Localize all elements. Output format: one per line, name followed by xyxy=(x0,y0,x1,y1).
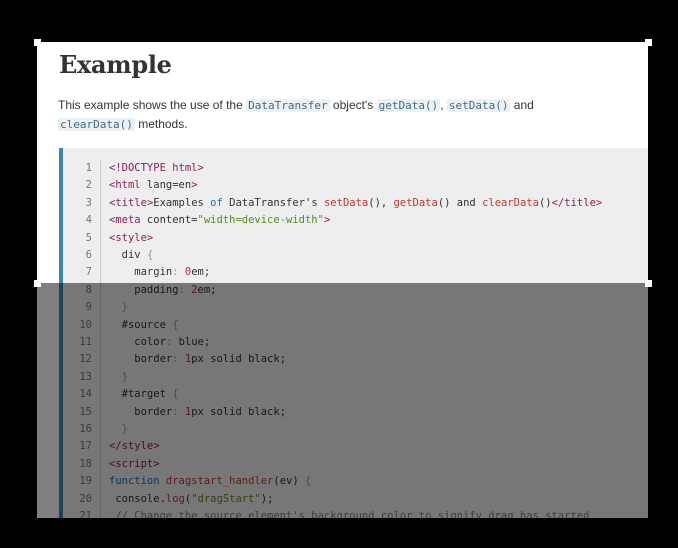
code-text: margin: 0em; xyxy=(109,264,210,281)
code-token: > xyxy=(191,179,198,192)
code-token: <style> xyxy=(109,231,154,244)
code-token: <title xyxy=(109,196,147,209)
line-number: 7 xyxy=(85,266,92,279)
crop-handle-bottom-left[interactable] xyxy=(34,280,41,287)
code-token: "width=device-width" xyxy=(197,214,324,227)
code-token: em; xyxy=(191,266,211,279)
code-token: <meta xyxy=(109,214,141,227)
code-text: <meta content="width=device-width"> xyxy=(109,212,330,229)
intro-text: , xyxy=(440,98,447,112)
line-number: 5 xyxy=(85,231,92,244)
code-token: of xyxy=(210,196,223,209)
intro-text: methods. xyxy=(134,117,188,131)
intro-text: This example shows the use of the xyxy=(58,98,247,112)
code-token: margin xyxy=(109,266,173,279)
code-text: <html lang=en> xyxy=(109,177,198,194)
intro-text: and xyxy=(510,98,534,112)
code-token: clearData xyxy=(482,196,539,209)
getdata-link[interactable]: getData() xyxy=(376,99,441,112)
code-text: <style> xyxy=(109,230,153,247)
code-line: 7 margin: 0em; xyxy=(63,264,648,281)
section-heading: Example xyxy=(59,50,172,79)
intro-text: object's xyxy=(329,98,377,112)
code-token: getData xyxy=(393,196,438,209)
code-token: </title> xyxy=(551,196,603,209)
code-token: () and xyxy=(437,196,483,209)
code-line: 6 div { xyxy=(63,247,648,264)
code-token: > xyxy=(323,214,331,227)
code-token: (), xyxy=(368,196,394,209)
code-token: { xyxy=(146,249,154,261)
code-line: 5 <style> xyxy=(63,230,648,247)
line-number: 3 xyxy=(85,196,92,209)
selection-dim-overlay xyxy=(37,283,648,518)
intro-paragraph: This example shows the use of the DataTr… xyxy=(58,96,538,134)
code-token: <html xyxy=(109,179,141,192)
crop-handle-top-left[interactable] xyxy=(34,39,41,46)
datatransfer-link[interactable]: DataTransfer xyxy=(246,99,330,112)
code-line: 1 <!DOCTYPE html> xyxy=(63,160,648,177)
crop-handle-top-right[interactable] xyxy=(645,39,652,46)
code-token: DataTransfer's xyxy=(222,196,324,209)
code-line: 4 <meta content="width=device-width"> xyxy=(63,212,648,229)
code-token: setData xyxy=(323,196,369,209)
line-number: 2 xyxy=(85,179,92,192)
line-number: 6 xyxy=(85,249,92,261)
code-token: div xyxy=(109,249,147,261)
crop-handle-bottom-right[interactable] xyxy=(645,280,652,287)
line-number: 4 xyxy=(85,214,92,227)
setdata-link[interactable]: setData() xyxy=(446,99,511,112)
line-number: 1 xyxy=(85,162,92,174)
code-token: Examples xyxy=(153,196,211,209)
code-text: div { xyxy=(109,247,154,264)
cleardata-link[interactable]: clearData() xyxy=(58,118,135,131)
code-token: () xyxy=(538,196,552,209)
code-line: 2 <html lang=en> xyxy=(63,177,648,194)
code-token: lang=en xyxy=(140,179,192,192)
code-token: content= xyxy=(140,214,198,227)
code-line: 3 <title>Examples of DataTransfer's setDa… xyxy=(63,195,648,212)
code-token: <!DOCTYPE html> xyxy=(109,162,204,174)
code-token: : xyxy=(172,266,185,279)
code-text: <!DOCTYPE html> xyxy=(109,160,204,177)
code-text: <title>Examples of DataTransfer's setDat… xyxy=(109,195,602,212)
